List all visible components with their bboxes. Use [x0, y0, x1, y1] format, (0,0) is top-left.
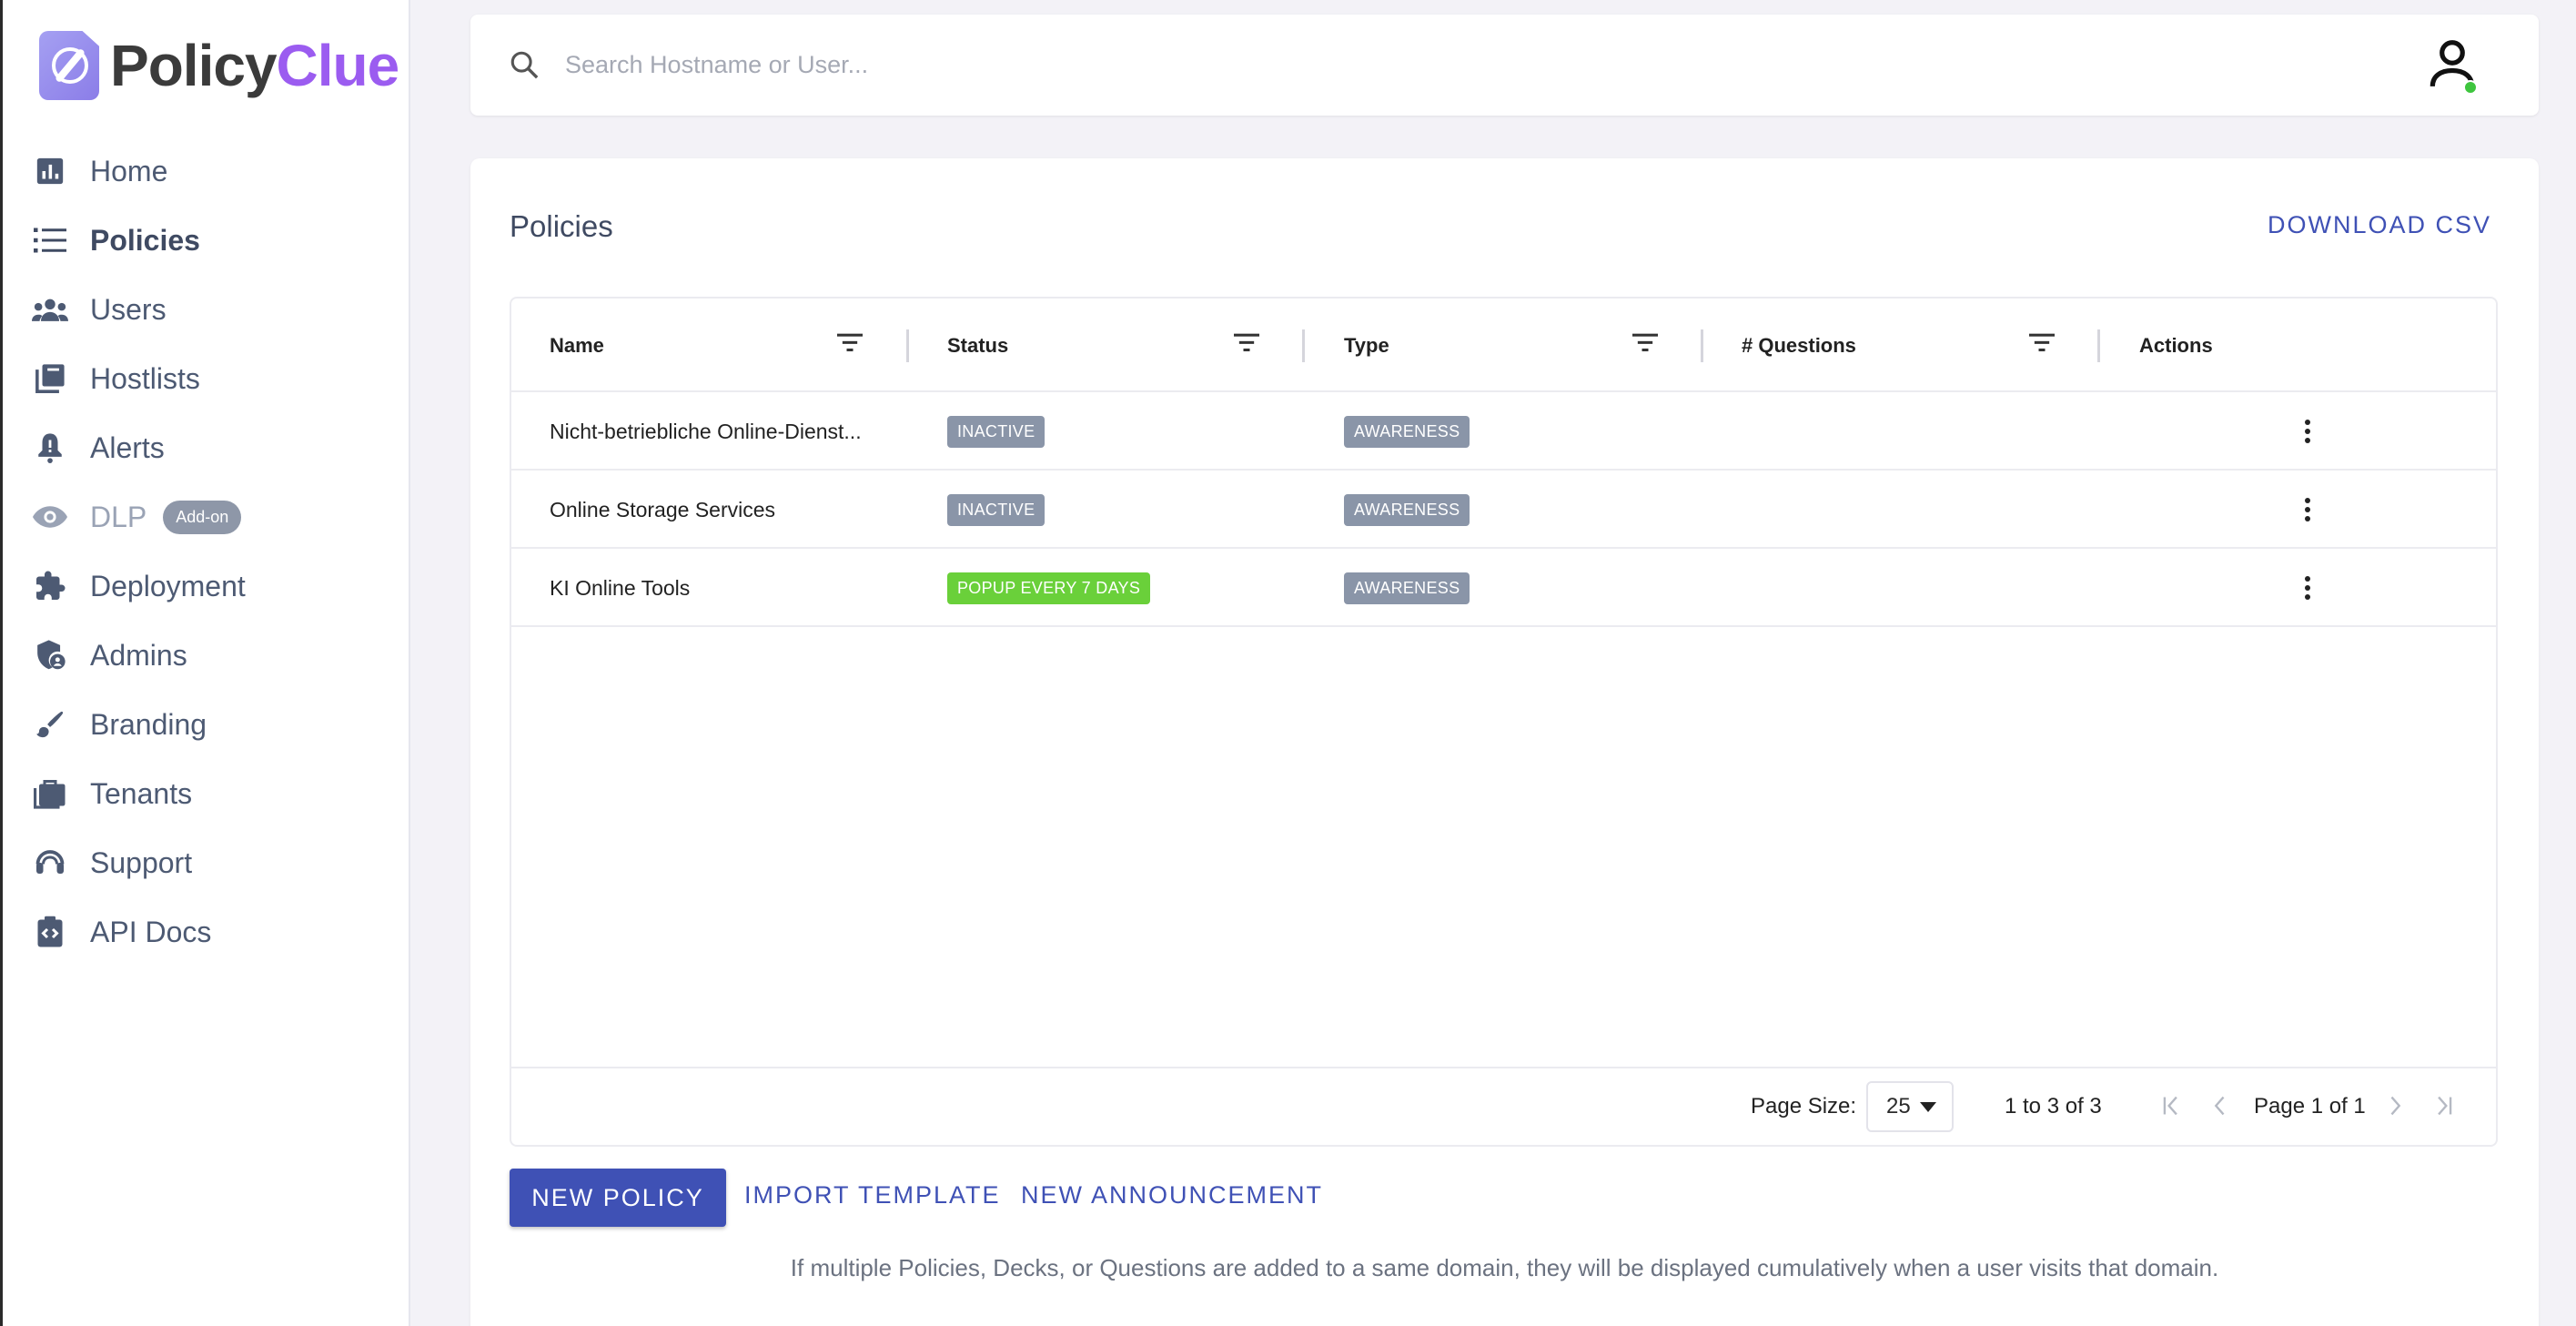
online-status-indicator — [2463, 80, 2478, 95]
type-badge: AWARENESS — [1344, 415, 1470, 448]
page-size-label: Page Size: — [1751, 1094, 1857, 1118]
filter-icon[interactable] — [1234, 331, 1265, 359]
next-page-icon[interactable] — [2384, 1094, 2409, 1121]
code-clipboard-icon — [32, 914, 68, 950]
sidebar-item-label: Branding — [90, 707, 207, 741]
table-pager: Page Size: 25 1 to 3 of 3 Page 1 of 1 — [511, 1067, 2496, 1145]
sidebar-item-dlp[interactable]: DLP Add-on — [3, 482, 411, 552]
sidebar-item-label: Policies — [90, 223, 200, 257]
sidebar-item-tenants[interactable]: Tenants — [3, 759, 411, 828]
chart-icon — [32, 153, 68, 189]
sidebar-nav: Home Policies Users Hostlists Alerts DLP… — [3, 137, 411, 967]
status-badge: POPUP EVERY 7 DAYS — [947, 572, 1151, 604]
table-header: Name Status Type # Questions Actions — [511, 299, 2496, 392]
library-icon — [32, 360, 68, 397]
policies-table: Name Status Type # Questions Actions Nic… — [510, 297, 2498, 1147]
sidebar-item-label: Home — [90, 154, 168, 187]
import-template-button[interactable]: IMPORT TEMPLATE — [744, 1181, 1001, 1210]
row-range: 1 to 3 of 3 — [2005, 1094, 2102, 1118]
users-icon — [32, 291, 68, 328]
new-policy-button[interactable]: NEW POLICY — [510, 1169, 726, 1227]
download-csv-button[interactable]: DOWNLOAD CSV — [2268, 211, 2491, 239]
search-input[interactable] — [565, 42, 1384, 87]
eye-icon — [32, 499, 68, 535]
policies-card: Policies DOWNLOAD CSV Name Status Type #… — [470, 158, 2539, 1326]
filter-icon[interactable] — [1632, 331, 1663, 359]
policy-name: KI Online Tools — [550, 575, 691, 600]
brand-name: PolicyClue — [110, 33, 399, 98]
sidebar-item-label: Admins — [90, 638, 187, 672]
status-badge: INACTIVE — [947, 415, 1046, 448]
sidebar-item-label: Alerts — [90, 430, 165, 464]
page-title: Policies — [510, 209, 613, 243]
status-badge: INACTIVE — [947, 493, 1046, 526]
filter-icon[interactable] — [2029, 331, 2060, 359]
column-header-name[interactable]: Name — [550, 299, 604, 392]
addon-badge: Add-on — [163, 500, 242, 534]
table-row[interactable]: Nicht-betriebliche Online-Dienst... INAC… — [511, 392, 2496, 471]
previous-page-icon[interactable] — [2209, 1094, 2235, 1121]
search-icon — [509, 49, 540, 85]
column-separator[interactable] — [906, 329, 909, 362]
sidebar-item-label: Users — [90, 292, 167, 326]
sidebar-item-label: Support — [90, 845, 193, 879]
policy-name: Nicht-betriebliche Online-Dienst... — [550, 419, 862, 443]
sidebar-item-label: DLP — [90, 500, 147, 533]
sidebar-item-support[interactable]: Support — [3, 828, 411, 897]
sidebar-item-api-docs[interactable]: API Docs — [3, 897, 411, 967]
sidebar-item-alerts[interactable]: Alerts — [3, 413, 411, 482]
page-size-select[interactable]: 25 — [1866, 1081, 1954, 1132]
column-header-type[interactable]: Type — [1344, 299, 1389, 392]
sidebar-item-label: Deployment — [90, 569, 246, 602]
sidebar-item-home[interactable]: Home — [3, 137, 411, 206]
briefcase-icon — [32, 775, 68, 812]
caret-down-icon — [1919, 1101, 1936, 1112]
table-row[interactable]: KI Online Tools POPUP EVERY 7 DAYS AWARE… — [511, 549, 2496, 627]
type-badge: AWARENESS — [1344, 572, 1470, 604]
last-page-icon[interactable] — [2433, 1094, 2459, 1121]
column-header-actions: Actions — [2139, 333, 2213, 357]
sidebar-item-label: Hostlists — [90, 361, 200, 395]
column-header-status[interactable]: Status — [947, 299, 1008, 392]
page-size-value: 25 — [1886, 1094, 1911, 1118]
sidebar-item-hostlists[interactable]: Hostlists — [3, 344, 411, 413]
sidebar-item-branding[interactable]: Branding — [3, 690, 411, 759]
column-separator[interactable] — [1302, 329, 1305, 362]
compass-logo-icon — [39, 31, 99, 100]
more-vert-icon[interactable] — [2300, 417, 2315, 448]
more-vert-icon[interactable] — [2300, 573, 2315, 604]
type-badge: AWARENESS — [1344, 493, 1470, 526]
brush-icon — [32, 706, 68, 743]
column-header-questions[interactable]: # Questions — [1742, 299, 1856, 392]
new-announcement-button[interactable]: NEW ANNOUNCEMENT — [1021, 1181, 1323, 1210]
filter-icon[interactable] — [837, 331, 868, 359]
table-row[interactable]: Online Storage Services INACTIVE AWARENE… — [511, 471, 2496, 549]
top-search-bar — [470, 15, 2539, 116]
brand-logo[interactable]: PolicyClue — [39, 29, 399, 102]
sidebar-item-policies[interactable]: Policies — [3, 206, 411, 275]
first-page-icon[interactable] — [2160, 1094, 2186, 1121]
policy-name: Online Storage Services — [550, 497, 776, 521]
page-info: Page 1 of 1 — [2254, 1094, 2366, 1118]
sidebar-item-deployment[interactable]: Deployment — [3, 552, 411, 621]
list-icon — [32, 222, 68, 258]
sidebar-item-label: API Docs — [90, 915, 212, 948]
column-separator[interactable] — [2097, 329, 2100, 362]
sidebar-item-admins[interactable]: Admins — [3, 621, 411, 690]
puzzle-icon — [32, 568, 68, 604]
more-vert-icon[interactable] — [2300, 495, 2315, 526]
info-note: If multiple Policies, Decks, or Question… — [790, 1254, 2219, 1281]
sidebar-item-users[interactable]: Users — [3, 275, 411, 344]
headset-icon — [32, 845, 68, 881]
admin-shield-icon — [32, 637, 68, 673]
sidebar: PolicyClue Home Policies Users Hostlists… — [0, 0, 410, 1326]
sidebar-item-label: Tenants — [90, 776, 193, 810]
column-separator[interactable] — [1701, 329, 1703, 362]
bell-icon — [32, 430, 68, 466]
